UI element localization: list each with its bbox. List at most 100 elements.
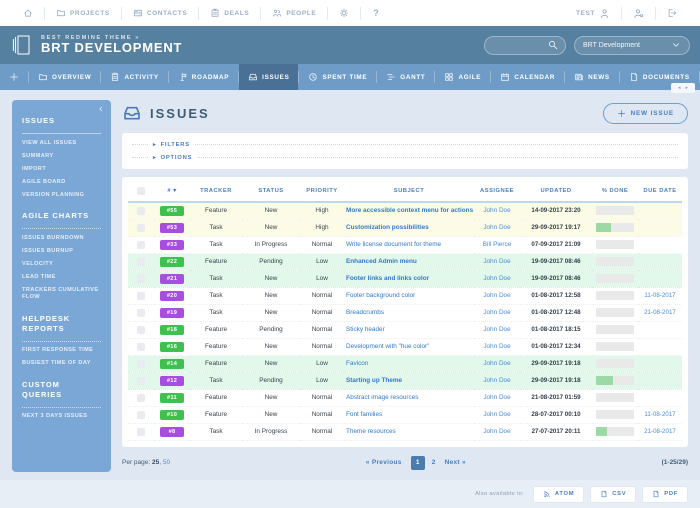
assignee-link[interactable]: John Doe (483, 258, 510, 265)
export-csv-button[interactable]: CSV (590, 485, 637, 503)
assignee-link[interactable]: Bill Pierce (483, 241, 511, 248)
chevron-left-icon[interactable] (97, 105, 105, 113)
tab-roadmap[interactable]: ROADMAP (169, 64, 238, 90)
assignee-link[interactable]: John Doe (483, 360, 510, 367)
topbar-item-people[interactable]: PEOPLE (261, 8, 327, 18)
column-header-done[interactable]: % DONE (592, 179, 638, 203)
issue-id-badge[interactable]: #19 (160, 307, 184, 318)
column-header-subject[interactable]: SUBJECT (344, 179, 474, 203)
next-page-link[interactable]: Next » (445, 459, 466, 466)
issue-id-badge[interactable]: #14 (160, 358, 184, 369)
assignee-link[interactable]: John Doe (483, 309, 510, 316)
logged-user-button[interactable]: TEST (565, 8, 621, 19)
per-page-current[interactable]: 25 (152, 459, 159, 466)
sidebar-item-issues-burnup[interactable]: ISSUES BURNUP (22, 248, 101, 256)
issue-id-badge[interactable]: #16 (160, 341, 184, 352)
column-header-duedate[interactable]: DUE DATE (638, 179, 682, 203)
issue-id-badge[interactable]: #33 (160, 239, 184, 250)
sidebar-item-issues-burndown[interactable]: ISSUES BURNDOWN (22, 235, 101, 243)
column-header-updated[interactable]: UPDATED (520, 179, 592, 203)
topbar-item-home[interactable] (12, 8, 44, 18)
cell-due-date[interactable]: 11-08-2017 (638, 406, 682, 424)
tab-activity[interactable]: ACTIVITY (101, 64, 167, 90)
tab-gantt[interactable]: GANTT (377, 64, 434, 90)
per-page-option[interactable]: 50 (163, 459, 170, 466)
assignee-link[interactable]: John Doe (483, 207, 510, 214)
issue-subject-link[interactable]: Font families (346, 411, 382, 418)
filters-toggle[interactable]: ▸ FILTERS (132, 138, 678, 151)
issue-id-badge[interactable]: #53 (160, 222, 184, 233)
cell-due-date[interactable]: 21-08-2017 (638, 423, 682, 441)
issue-subject-link[interactable]: Theme resources (346, 428, 396, 435)
tab-spent-time[interactable]: SPENT TIME (299, 64, 376, 90)
assignee-link[interactable]: John Doe (483, 377, 510, 384)
assignee-link[interactable]: John Doe (483, 428, 510, 435)
issue-subject-link[interactable]: Customization possibilities (346, 224, 429, 231)
page-1-active[interactable]: 1 (410, 455, 425, 470)
scroll-left-icon[interactable]: ◂ (678, 85, 681, 91)
row-checkbox[interactable] (137, 410, 145, 419)
row-checkbox[interactable] (137, 393, 145, 402)
issue-id-badge[interactable]: #10 (160, 409, 184, 420)
row-checkbox[interactable] (137, 325, 145, 334)
sidebar-item-view-all-issues[interactable]: VIEW ALL ISSUES (22, 140, 101, 148)
sidebar-item-version-planning[interactable]: VERSION PLANNING (22, 192, 101, 200)
issue-subject-link[interactable]: Starting up Theme (346, 377, 402, 384)
scroll-right-icon[interactable]: ▸ (686, 85, 689, 91)
sidebar-item-agile-board[interactable]: AGILE BOARD (22, 179, 101, 187)
issue-subject-link[interactable]: Footer background color (346, 292, 415, 299)
assignee-link[interactable]: John Doe (483, 275, 510, 282)
topbar-item-deals[interactable]: DEALS (199, 8, 260, 18)
tab-issues[interactable]: ISSUES (239, 64, 299, 90)
sidebar-item-lead-time[interactable]: LEAD TIME (22, 274, 101, 282)
sidebar-item-summary[interactable]: SUMMARY (22, 153, 101, 161)
issue-id-badge[interactable]: #22 (160, 256, 184, 267)
assignee-link[interactable]: John Doe (483, 326, 510, 333)
cell-due-date[interactable]: 21-08-2017 (638, 304, 682, 322)
assignee-link[interactable]: John Doe (483, 411, 510, 418)
logout-icon[interactable] (667, 8, 677, 18)
assignee-link[interactable]: John Doe (483, 292, 510, 299)
previous-page-link[interactable]: « Previous (366, 459, 402, 466)
column-header-assignee[interactable]: ASSIGNEE (474, 179, 520, 203)
page-2[interactable]: 2 (432, 459, 436, 466)
assignee-link[interactable]: John Doe (483, 343, 510, 350)
row-checkbox[interactable] (137, 427, 145, 436)
tab-overview[interactable]: OVERVIEW (29, 64, 100, 90)
options-toggle[interactable]: ▸ OPTIONS (132, 151, 678, 164)
row-checkbox[interactable] (137, 257, 145, 266)
issue-subject-link[interactable]: Favicon (346, 360, 368, 367)
issue-subject-link[interactable]: Development with "hue color" (346, 343, 429, 350)
row-checkbox[interactable] (137, 308, 145, 317)
assignee-link[interactable]: John Doe (483, 224, 510, 231)
row-checkbox[interactable] (137, 223, 145, 232)
column-header-priority[interactable]: PRIORITY (300, 179, 344, 203)
column-header-tracker[interactable]: TRACKER (190, 179, 242, 203)
row-checkbox[interactable] (137, 274, 145, 283)
issue-subject-link[interactable]: Abstract image resources (346, 394, 418, 401)
select-all-checkbox[interactable] (137, 187, 145, 195)
issue-id-badge[interactable]: #8 (160, 426, 184, 437)
logout-button[interactable] (656, 8, 688, 18)
assignee-link[interactable]: John Doe (483, 394, 510, 401)
issue-id-badge[interactable]: #21 (160, 273, 184, 284)
issue-id-badge[interactable]: #55 (160, 205, 184, 216)
new-issue-button[interactable]: NEW ISSUE (602, 102, 688, 124)
project-selector-dropdown[interactable]: BRT Development (574, 35, 690, 55)
row-checkbox[interactable] (137, 359, 145, 368)
issue-subject-link[interactable]: Enhanced Admin menu (346, 258, 417, 265)
my-account-button[interactable] (622, 8, 655, 19)
column-header-status[interactable]: STATUS (242, 179, 300, 203)
column-header-[interactable]: # ▾ (154, 179, 190, 203)
export-atom-button[interactable]: ATOM (532, 485, 585, 503)
cell-due-date[interactable]: 11-08-2017 (638, 287, 682, 305)
sidebar-item-first-response-time[interactable]: FIRST RESPONSE TIME (22, 347, 101, 355)
row-checkbox[interactable] (137, 206, 145, 215)
row-checkbox[interactable] (137, 240, 145, 249)
sidebar-item-velocity[interactable]: VELOCITY (22, 261, 101, 269)
issue-id-badge[interactable]: #11 (160, 392, 184, 403)
row-checkbox[interactable] (137, 376, 145, 385)
issue-id-badge[interactable]: #12 (160, 375, 184, 386)
topbar-item-projects[interactable]: PROJECTS (45, 8, 121, 18)
issue-subject-link[interactable]: Sticky header (346, 326, 385, 333)
